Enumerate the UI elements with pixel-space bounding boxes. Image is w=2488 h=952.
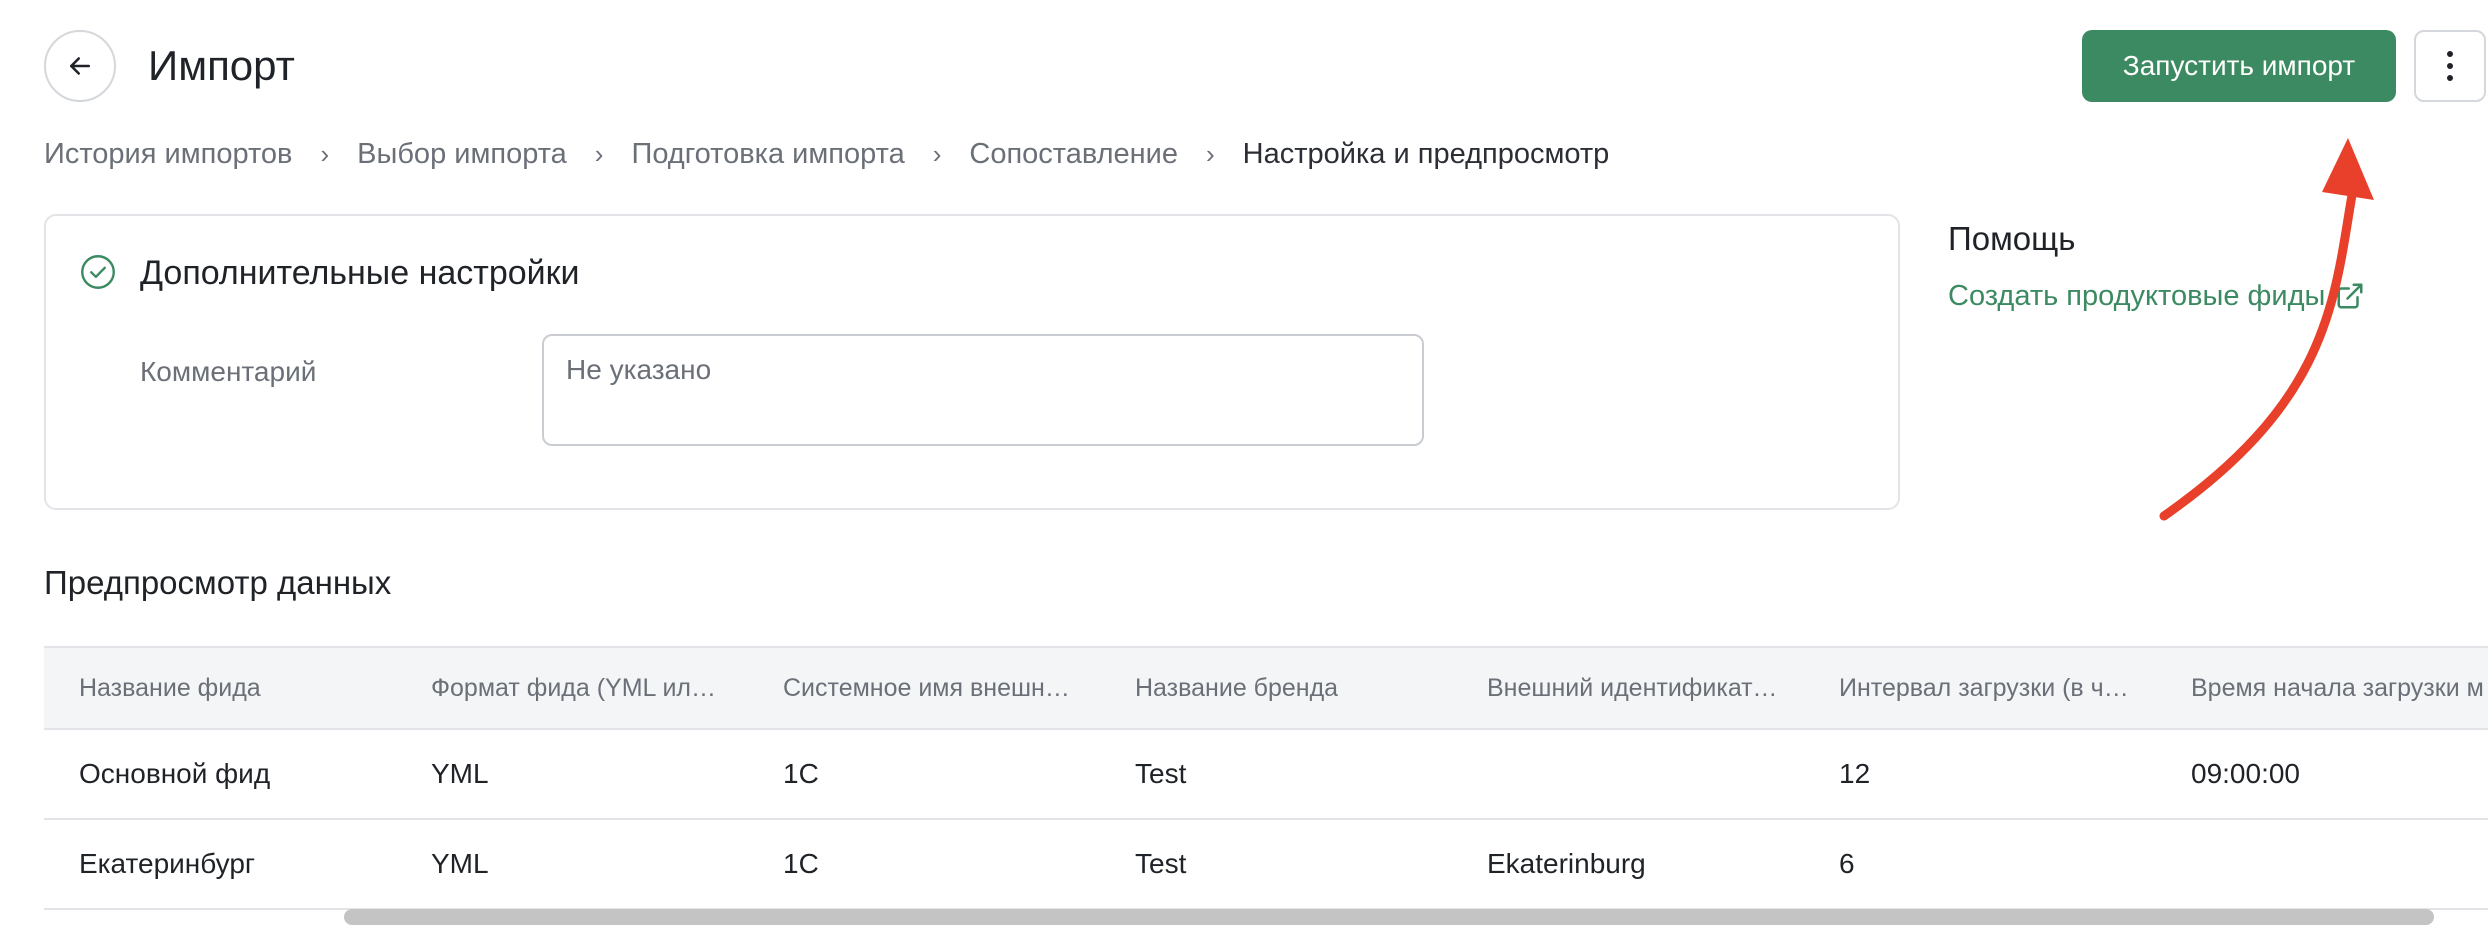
check-circle-icon: [81, 255, 115, 289]
preview-title: Предпросмотр данных: [44, 564, 392, 601]
back-button[interactable]: [44, 30, 116, 102]
breadcrumb-item-prepare[interactable]: Подготовка импорта: [631, 136, 904, 172]
comment-label: Комментарий: [140, 356, 317, 387]
page-title: Импорт: [148, 42, 295, 89]
table-cell: Test: [1135, 758, 1187, 789]
column-header[interactable]: Внешний идентификатор ...: [1452, 648, 1804, 728]
table-cell: Екатеринбург: [79, 848, 256, 879]
table-row[interactable]: Екатеринбург YML 1C Test Ekaterinburg 6: [44, 820, 2488, 910]
more-options-button[interactable]: [2414, 30, 2486, 102]
more-vertical-icon: [2447, 51, 2453, 57]
column-header[interactable]: Название фида: [44, 648, 396, 728]
table-cell: [2156, 820, 2488, 908]
horizontal-scrollbar[interactable]: [44, 906, 2488, 928]
create-feeds-link[interactable]: Создать продуктовые фиды: [1948, 278, 2365, 314]
table-cell: YML: [431, 758, 489, 789]
table-cell: 1C: [783, 758, 819, 789]
column-header[interactable]: Системное имя внешней...: [748, 648, 1100, 728]
arrow-left-icon: [70, 57, 90, 75]
chevron-right-icon: ›: [1206, 139, 1215, 169]
breadcrumb-item-current: Настройка и предпросмотр: [1242, 138, 1610, 170]
create-feeds-link-label: Создать продуктовые фиды: [1948, 280, 2326, 312]
comment-field[interactable]: [542, 334, 1424, 446]
table-header-row: Название фида Формат фида (YML или G... …: [44, 648, 2488, 730]
table-cell: 09:00:00: [2191, 758, 2300, 789]
column-header[interactable]: Интервал загрузки (в час...: [1804, 648, 2156, 728]
breadcrumb-item-select[interactable]: Выбор импорта: [357, 136, 567, 172]
table-cell: YML: [431, 848, 489, 879]
preview-table: Название фида Формат фида (YML или G... …: [44, 646, 2488, 910]
column-header[interactable]: Название бренда: [1100, 648, 1452, 728]
table-cell: 6: [1839, 848, 1855, 879]
table-cell: Основной фид: [79, 758, 271, 789]
column-header[interactable]: Время начала загрузки м: [2156, 648, 2488, 728]
breadcrumb-item-mapping[interactable]: Сопоставление: [969, 136, 1178, 172]
chevron-right-icon: ›: [594, 139, 604, 169]
additional-settings-card: Дополнительные настройки Комментарий: [44, 214, 1900, 510]
table-cell: 1C: [783, 848, 819, 879]
run-import-button[interactable]: Запустить импорт: [2082, 30, 2396, 102]
table-cell: Test: [1135, 848, 1187, 879]
column-header[interactable]: Формат фида (YML или G...: [396, 648, 748, 728]
chevron-right-icon: ›: [320, 139, 330, 169]
table-cell: Ekaterinburg: [1487, 848, 1646, 879]
settings-title: Дополнительные настройки: [140, 254, 580, 292]
chevron-right-icon: ›: [932, 139, 942, 169]
breadcrumb-item-history[interactable]: История импортов: [44, 136, 292, 172]
help-title: Помощь: [1948, 220, 2076, 257]
table-cell: 12: [1839, 758, 1871, 789]
table-cell: [1452, 730, 1804, 818]
horizontal-scrollbar-thumb[interactable]: [344, 909, 2434, 925]
external-link-icon: [2337, 283, 2363, 309]
table-row[interactable]: Основной фид YML 1C Test 12 09:00:00: [44, 730, 2488, 820]
import-page: Импорт Запустить импорт История импортов…: [0, 0, 2488, 952]
breadcrumb: История импортов › Выбор импорта › Подго…: [44, 136, 1609, 172]
